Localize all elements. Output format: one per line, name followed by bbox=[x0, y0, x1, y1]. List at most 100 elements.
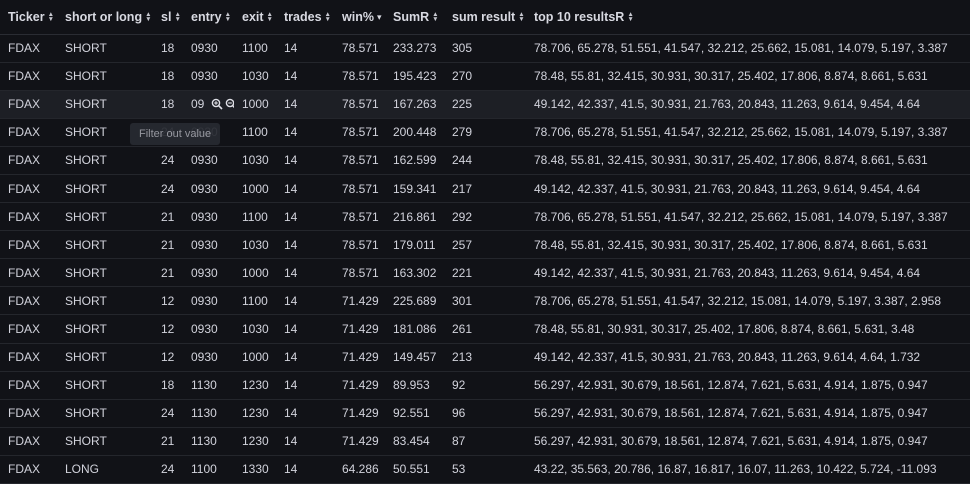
cell-trades[interactable]: 14 bbox=[276, 343, 334, 372]
cell-sl[interactable]: 18 bbox=[153, 34, 183, 63]
cell-ticker[interactable]: FDAX bbox=[0, 258, 57, 288]
cell-sumr[interactable]: 163.302 bbox=[385, 258, 444, 288]
cell-win[interactable]: 78.571 bbox=[334, 202, 385, 232]
cell-top[interactable]: 56.297, 42.931, 30.679, 18.561, 12.874, … bbox=[526, 371, 970, 400]
cell-ticker[interactable]: FDAX bbox=[0, 90, 57, 119]
cell-ticker[interactable]: FDAX bbox=[0, 174, 57, 204]
cell-top[interactable]: 78.48, 55.81, 32.415, 30.931, 30.317, 25… bbox=[526, 230, 970, 260]
cell-sl[interactable]: 24 bbox=[153, 146, 183, 175]
cell-ticker[interactable]: FDAX bbox=[0, 118, 57, 147]
cell-exit[interactable]: 1330 bbox=[234, 455, 276, 484]
cell-sres[interactable]: 305 bbox=[444, 34, 526, 63]
cell-side[interactable]: SHORT bbox=[57, 314, 153, 344]
cell-sumr[interactable]: 89.953 bbox=[385, 371, 444, 400]
cell-exit[interactable]: 1100 bbox=[234, 286, 276, 316]
cell-sumr[interactable]: 195.423 bbox=[385, 62, 444, 91]
column-header-sres[interactable]: sum result ▲ ▼ bbox=[444, 0, 526, 35]
cell-sres[interactable]: 53 bbox=[444, 455, 526, 484]
cell-exit[interactable]: 1030 bbox=[234, 230, 276, 260]
cell-sumr[interactable]: 179.011 bbox=[385, 230, 444, 260]
cell-sumr[interactable]: 92.551 bbox=[385, 399, 444, 428]
cell-sres[interactable]: 257 bbox=[444, 230, 526, 260]
cell-sumr[interactable]: 50.551 bbox=[385, 455, 444, 484]
cell-sres[interactable]: 213 bbox=[444, 343, 526, 372]
cell-top[interactable]: 78.48, 55.81, 32.415, 30.931, 30.317, 25… bbox=[526, 146, 970, 175]
cell-trades[interactable]: 14 bbox=[276, 314, 334, 344]
cell-sres[interactable]: 301 bbox=[444, 286, 526, 316]
cell-side[interactable]: SHORT bbox=[57, 62, 153, 91]
cell-win[interactable]: 78.571 bbox=[334, 90, 385, 119]
column-header-side[interactable]: short or long ▲ ▼ bbox=[57, 0, 153, 35]
column-header-exit[interactable]: exit ▲ ▼ bbox=[234, 0, 276, 35]
cell-sl[interactable]: 18 bbox=[153, 62, 183, 91]
cell-trades[interactable]: 14 bbox=[276, 230, 334, 260]
cell-side[interactable]: SHORT bbox=[57, 230, 153, 260]
cell-exit[interactable]: 1230 bbox=[234, 427, 276, 456]
cell-sumr[interactable]: 83.454 bbox=[385, 427, 444, 456]
cell-win[interactable]: 64.286 bbox=[334, 455, 385, 484]
cell-exit[interactable]: 1030 bbox=[234, 314, 276, 344]
cell-entry[interactable]: 0930 bbox=[183, 174, 234, 204]
cell-win[interactable]: 78.571 bbox=[334, 230, 385, 260]
cell-side[interactable]: SHORT bbox=[57, 202, 153, 232]
cell-ticker[interactable]: FDAX bbox=[0, 286, 57, 316]
cell-sres[interactable]: 217 bbox=[444, 174, 526, 204]
cell-sumr[interactable]: 225.689 bbox=[385, 286, 444, 316]
cell-win[interactable]: 78.571 bbox=[334, 62, 385, 91]
cell-entry[interactable]: 1130 bbox=[183, 399, 234, 428]
cell-sumr[interactable]: 159.341 bbox=[385, 174, 444, 204]
cell-sres[interactable]: 87 bbox=[444, 427, 526, 456]
cell-side[interactable]: SHORT bbox=[57, 258, 153, 288]
cell-exit[interactable]: 1000 bbox=[234, 258, 276, 288]
cell-entry[interactable]: 0930 bbox=[183, 62, 234, 91]
cell-side[interactable]: SHORT bbox=[57, 371, 153, 400]
cell-top[interactable]: 78.706, 65.278, 51.551, 41.547, 32.212, … bbox=[526, 286, 970, 316]
cell-entry[interactable]: 1130 bbox=[183, 371, 234, 400]
cell-side[interactable]: SHORT bbox=[57, 146, 153, 175]
cell-sl[interactable]: 18 bbox=[153, 90, 183, 119]
cell-win[interactable]: 78.571 bbox=[334, 258, 385, 288]
cell-trades[interactable]: 14 bbox=[276, 62, 334, 91]
cell-side[interactable]: SHORT bbox=[57, 399, 153, 428]
cell-top[interactable]: 49.142, 42.337, 41.5, 30.931, 21.763, 20… bbox=[526, 343, 970, 372]
cell-sl[interactable]: 12 bbox=[153, 286, 183, 316]
cell-sres[interactable]: 292 bbox=[444, 202, 526, 232]
cell-ticker[interactable]: FDAX bbox=[0, 314, 57, 344]
cell-sumr[interactable]: 233.273 bbox=[385, 34, 444, 63]
cell-sl[interactable]: 21 bbox=[153, 230, 183, 260]
cell-ticker[interactable]: FDAX bbox=[0, 399, 57, 428]
cell-sl[interactable]: 18 bbox=[153, 371, 183, 400]
cell-top[interactable]: 56.297, 42.931, 30.679, 18.561, 12.874, … bbox=[526, 427, 970, 456]
cell-entry[interactable]: 0930 bbox=[183, 314, 234, 344]
cell-top[interactable]: 49.142, 42.337, 41.5, 30.931, 21.763, 20… bbox=[526, 174, 970, 204]
cell-sres[interactable]: 261 bbox=[444, 314, 526, 344]
cell-entry[interactable]: 09 bbox=[183, 90, 234, 119]
cell-side[interactable]: SHORT bbox=[57, 90, 153, 119]
cell-exit[interactable]: 1230 bbox=[234, 399, 276, 428]
cell-top[interactable]: 78.48, 55.81, 30.931, 30.317, 25.402, 17… bbox=[526, 314, 970, 344]
cell-entry[interactable]: 1100 bbox=[183, 455, 234, 484]
cell-sres[interactable]: 96 bbox=[444, 399, 526, 428]
cell-ticker[interactable]: FDAX bbox=[0, 202, 57, 232]
cell-win[interactable]: 78.571 bbox=[334, 34, 385, 63]
cell-entry[interactable]: 0930 bbox=[183, 146, 234, 175]
cell-sumr[interactable]: 162.599 bbox=[385, 146, 444, 175]
cell-exit[interactable]: 1100 bbox=[234, 202, 276, 232]
cell-exit[interactable]: 1030 bbox=[234, 62, 276, 91]
cell-side[interactable]: SHORT bbox=[57, 34, 153, 63]
cell-ticker[interactable]: FDAX bbox=[0, 371, 57, 400]
cell-sumr[interactable]: 149.457 bbox=[385, 343, 444, 372]
cell-entry[interactable]: 1130 bbox=[183, 427, 234, 456]
cell-trades[interactable]: 14 bbox=[276, 455, 334, 484]
cell-sres[interactable]: 270 bbox=[444, 62, 526, 91]
column-header-sl[interactable]: sl ▲ ▼ bbox=[153, 0, 183, 35]
cell-win[interactable]: 71.429 bbox=[334, 427, 385, 456]
column-header-sumr[interactable]: SumR ▲ ▼ bbox=[385, 0, 444, 35]
cell-top[interactable]: 78.706, 65.278, 51.551, 41.547, 32.212, … bbox=[526, 34, 970, 63]
column-header-entry[interactable]: entry ▲ ▼ bbox=[183, 0, 234, 35]
cell-trades[interactable]: 14 bbox=[276, 399, 334, 428]
cell-sres[interactable]: 92 bbox=[444, 371, 526, 400]
cell-sumr[interactable]: 167.263 bbox=[385, 90, 444, 119]
cell-trades[interactable]: 14 bbox=[276, 146, 334, 175]
column-header-trades[interactable]: trades ▲ ▼ bbox=[276, 0, 334, 35]
